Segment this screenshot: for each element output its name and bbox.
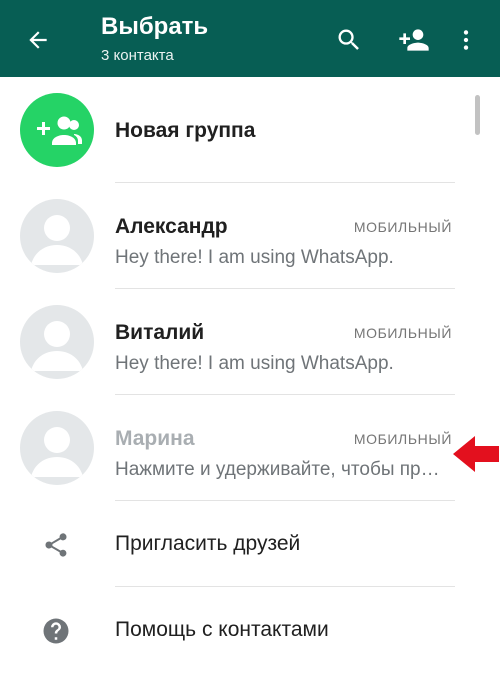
red-arrow-icon <box>453 434 499 479</box>
app-bar: Выбрать 3 контакта <box>0 0 500 77</box>
back-arrow-icon[interactable] <box>22 24 54 56</box>
group-add-icon <box>20 93 94 167</box>
contact-status: Hey there! I am using WhatsApp. <box>115 247 394 268</box>
contacts-help-label: Помощь с контактами <box>115 618 329 641</box>
add-person-icon[interactable] <box>398 24 430 56</box>
contact-item-vitaliy[interactable]: Виталий МОБИЛЬНЫЙ Hey there! I am using … <box>0 289 500 395</box>
avatar <box>20 199 94 273</box>
contact-item-marina[interactable]: Марина МОБИЛЬНЫЙ Нажмите и удерживайте, … <box>0 395 500 501</box>
phone-type: МОБИЛЬНЫЙ <box>353 219 452 235</box>
invite-friends-label: Пригласить друзей <box>115 532 301 555</box>
phone-type: МОБИЛЬНЫЙ <box>353 431 452 447</box>
invite-friends-item[interactable]: Пригласить друзей <box>0 501 500 587</box>
contact-name: Александр <box>115 215 228 238</box>
help-icon <box>40 615 72 647</box>
search-icon[interactable] <box>333 24 365 56</box>
title-block: Выбрать 3 контакта <box>101 12 208 66</box>
share-icon <box>40 529 72 561</box>
contact-list: Новая группа Александр МОБИЛЬНЫЙ Hey the… <box>0 77 500 673</box>
new-group-label: Новая группа <box>115 119 256 142</box>
contact-count: 3 контакта <box>101 47 174 64</box>
contact-name: Марина <box>115 427 195 450</box>
contacts-help-item[interactable]: Помощь с контактами <box>0 587 500 673</box>
contact-status: Нажмите и удерживайте, чтобы пригласить <box>115 459 445 480</box>
contact-name: Виталий <box>115 321 205 344</box>
contact-status: Hey there! I am using WhatsApp. <box>115 353 394 374</box>
avatar <box>20 305 94 379</box>
more-vertical-icon[interactable] <box>450 24 482 56</box>
phone-type: МОБИЛЬНЫЙ <box>353 325 452 341</box>
contact-item-aleksandr[interactable]: Александр МОБИЛЬНЫЙ Hey there! I am usin… <box>0 183 500 289</box>
page-title: Выбрать <box>101 13 209 40</box>
avatar <box>20 411 94 485</box>
new-group-item[interactable]: Новая группа <box>0 77 500 183</box>
